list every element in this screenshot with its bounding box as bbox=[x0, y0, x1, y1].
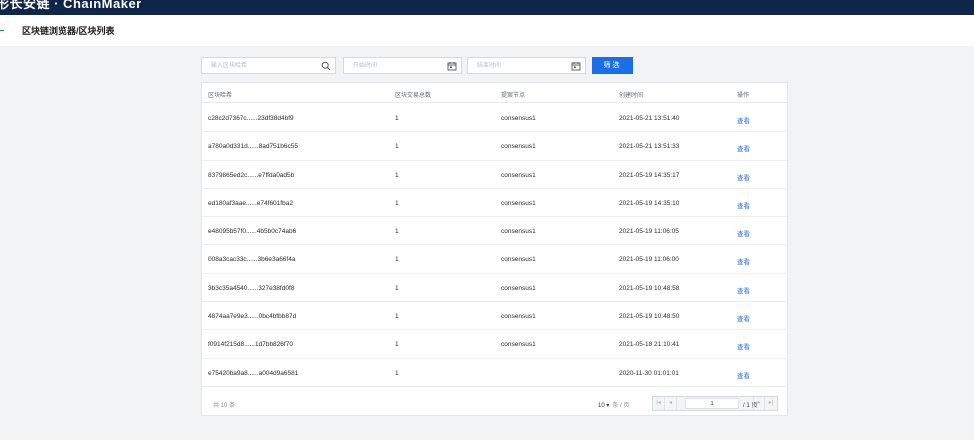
created-time-cell: 2021-05-21 13:51:40 bbox=[619, 115, 680, 122]
first-page-icon[interactable]: |◂ bbox=[653, 397, 665, 410]
table-row: ed180af3aae......e74f601fba2 1 consensus… bbox=[202, 189, 787, 218]
column-header-created-time: 创建时间 bbox=[619, 93, 644, 99]
block-hash-cell: 3b3c35a4540......327e38fd0f8 bbox=[208, 284, 295, 292]
tx-count-cell: 1 bbox=[395, 199, 399, 207]
view-link[interactable]: 查看 bbox=[737, 370, 750, 380]
block-hash-search-field[interactable] bbox=[201, 57, 336, 74]
created-time-cell: 2021-05-21 13:51:33 bbox=[619, 143, 680, 151]
page-size-select[interactable]: 10 ▾ 条 / 页 bbox=[598, 400, 629, 409]
breadcrumb-marker bbox=[0, 30, 4, 31]
view-link[interactable]: 查看 bbox=[737, 313, 750, 323]
block-hash-cell: c28c2d7367c......23df38d4bf9 bbox=[208, 115, 294, 122]
view-link[interactable]: 查看 bbox=[737, 285, 750, 295]
last-page-icon[interactable]: ▸| bbox=[765, 397, 777, 410]
created-time-cell: 2021-05-19 10:48:50 bbox=[619, 313, 680, 321]
next-page-icon[interactable]: ▸ bbox=[753, 397, 765, 410]
column-header-proposer: 提案节点 bbox=[501, 93, 526, 99]
tx-count-cell: 1 bbox=[395, 341, 399, 349]
tx-count-cell: 1 bbox=[395, 313, 399, 321]
table-row: 008a3cac33c......3b6e3a66f4a 1 consensus… bbox=[202, 245, 787, 274]
proposer-cell: consensus1 bbox=[501, 256, 536, 264]
breadcrumb-bar: 区块链浏览器/区块列表 bbox=[0, 15, 974, 46]
filter-button[interactable]: 筛选 bbox=[592, 57, 633, 74]
view-link[interactable]: 查看 bbox=[737, 115, 750, 125]
created-time-cell: 2020-11-30 01:01:01 bbox=[619, 369, 679, 377]
proposer-cell: consensus1 bbox=[501, 228, 536, 236]
table-row: 3b3c35a4540......327e38fd0f8 1 consensus… bbox=[202, 274, 787, 303]
table-header: 区块哈希 区块交易总数 提案节点 创建时间 操作 bbox=[202, 83, 787, 103]
block-hash-cell: ed180af3aae......e74f601fba2 bbox=[208, 199, 293, 207]
block-hash-cell: e48095b57f0......4b5b0c74ab6 bbox=[208, 228, 297, 236]
table-row: e75420ba9a8......a004d9a6581 1 2020-11-3… bbox=[202, 359, 787, 387]
column-header-tx-count: 区块交易总数 bbox=[395, 93, 432, 99]
end-time-input[interactable] bbox=[468, 58, 585, 73]
pager: |◂ ◂ / 1 页 ▸ ▸| bbox=[652, 396, 778, 411]
calendar-icon[interactable] bbox=[571, 61, 581, 71]
proposer-cell: consensus1 bbox=[501, 341, 536, 349]
tx-count-cell: 1 bbox=[395, 115, 399, 122]
view-link[interactable]: 查看 bbox=[737, 256, 750, 266]
block-hash-cell: a780a0d331d......8ad751b6c55 bbox=[208, 143, 299, 151]
page-size-unit: 条 / 页 bbox=[612, 403, 630, 409]
table-row: c28c2d7367c......23df38d4bf9 1 consensus… bbox=[202, 104, 787, 133]
block-hash-cell: 4874aa7e9e3......0bc4bfbb87d bbox=[208, 313, 297, 321]
column-header-block-hash: 区块哈希 bbox=[208, 93, 233, 99]
view-link[interactable]: 查看 bbox=[737, 228, 750, 238]
end-time-field[interactable] bbox=[467, 57, 586, 74]
table-row: 4874aa7e9e3......0bc4bfbb87d 1 consensus… bbox=[202, 302, 787, 331]
created-time-cell: 2021-05-18 21:10:41 bbox=[619, 341, 680, 349]
proposer-cell: consensus1 bbox=[501, 284, 536, 292]
search-icon[interactable] bbox=[321, 61, 331, 71]
view-link[interactable]: 查看 bbox=[737, 143, 750, 153]
created-time-cell: 2021-05-19 11:06:05 bbox=[619, 228, 679, 236]
tx-count-cell: 1 bbox=[395, 369, 399, 377]
top-navbar: 形长安链 · ChainMaker bbox=[0, 0, 974, 15]
tx-count-cell: 1 bbox=[395, 143, 399, 151]
created-time-cell: 2021-05-19 11:06:00 bbox=[619, 256, 679, 264]
table-body: c28c2d7367c......23df38d4bf9 1 consensus… bbox=[202, 104, 787, 387]
block-hash-cell: e75420ba9a8......a004d9a6581 bbox=[208, 369, 299, 377]
filter-bar: 筛选 bbox=[201, 57, 641, 74]
tx-count-cell: 1 bbox=[395, 228, 399, 236]
table-row: e48095b57f0......4b5b0c74ab6 1 consensus… bbox=[202, 217, 787, 246]
proposer-cell: consensus1 bbox=[501, 115, 536, 122]
calendar-icon[interactable] bbox=[447, 61, 457, 71]
start-time-input[interactable] bbox=[344, 58, 461, 73]
created-time-cell: 2021-05-19 10:48:58 bbox=[619, 284, 680, 292]
pagination-bar: 共 10 条 10 ▾条 / 页 |◂ ◂ / 1 页 ▸ ▸| bbox=[202, 390, 787, 416]
column-header-action: 操作 bbox=[737, 93, 750, 99]
block-hash-cell: 008a3cac33c......3b6e3a66f4a bbox=[208, 256, 296, 264]
total-count: 共 10 条 bbox=[213, 403, 236, 409]
table-row: 8379865ed2c......e7ffda0ad5b 1 consensus… bbox=[202, 161, 787, 189]
table-row: a780a0d331d......8ad751b6c55 1 consensus… bbox=[202, 132, 787, 161]
tx-count-cell: 1 bbox=[395, 256, 399, 264]
table-row: f0914f215d8......1d7bb826f70 1 consensus… bbox=[202, 330, 787, 359]
proposer-cell: consensus1 bbox=[501, 313, 536, 321]
page-number-input[interactable] bbox=[685, 398, 739, 409]
view-link[interactable]: 查看 bbox=[737, 200, 750, 210]
view-link[interactable]: 查看 bbox=[737, 341, 750, 351]
block-hash-cell: f0914f215d8......1d7bb826f70 bbox=[208, 341, 293, 349]
block-table: 区块哈希 区块交易总数 提案节点 创建时间 操作 c28c2d7367c....… bbox=[201, 82, 788, 416]
created-time-cell: 2021-05-19 14:35:17 bbox=[619, 171, 680, 179]
block-hash-input[interactable] bbox=[202, 58, 335, 73]
start-time-field[interactable] bbox=[343, 57, 462, 74]
page-size-value[interactable]: 10 ▾ bbox=[598, 403, 609, 409]
breadcrumb: 区块链浏览器/区块列表 bbox=[22, 26, 115, 36]
proposer-cell: consensus1 bbox=[501, 199, 536, 207]
block-hash-cell: 8379865ed2c......e7ffda0ad5b bbox=[208, 171, 295, 179]
created-time-cell: 2021-05-19 14:35:10 bbox=[619, 199, 680, 207]
proposer-cell: consensus1 bbox=[501, 143, 536, 151]
prev-page-icon[interactable]: ◂ bbox=[665, 397, 677, 410]
tx-count-cell: 1 bbox=[395, 171, 399, 179]
view-link[interactable]: 查看 bbox=[737, 172, 750, 182]
tx-count-cell: 1 bbox=[395, 284, 399, 292]
proposer-cell: consensus1 bbox=[501, 171, 536, 179]
brand-logo[interactable]: 形长安链 · ChainMaker bbox=[0, 0, 142, 12]
